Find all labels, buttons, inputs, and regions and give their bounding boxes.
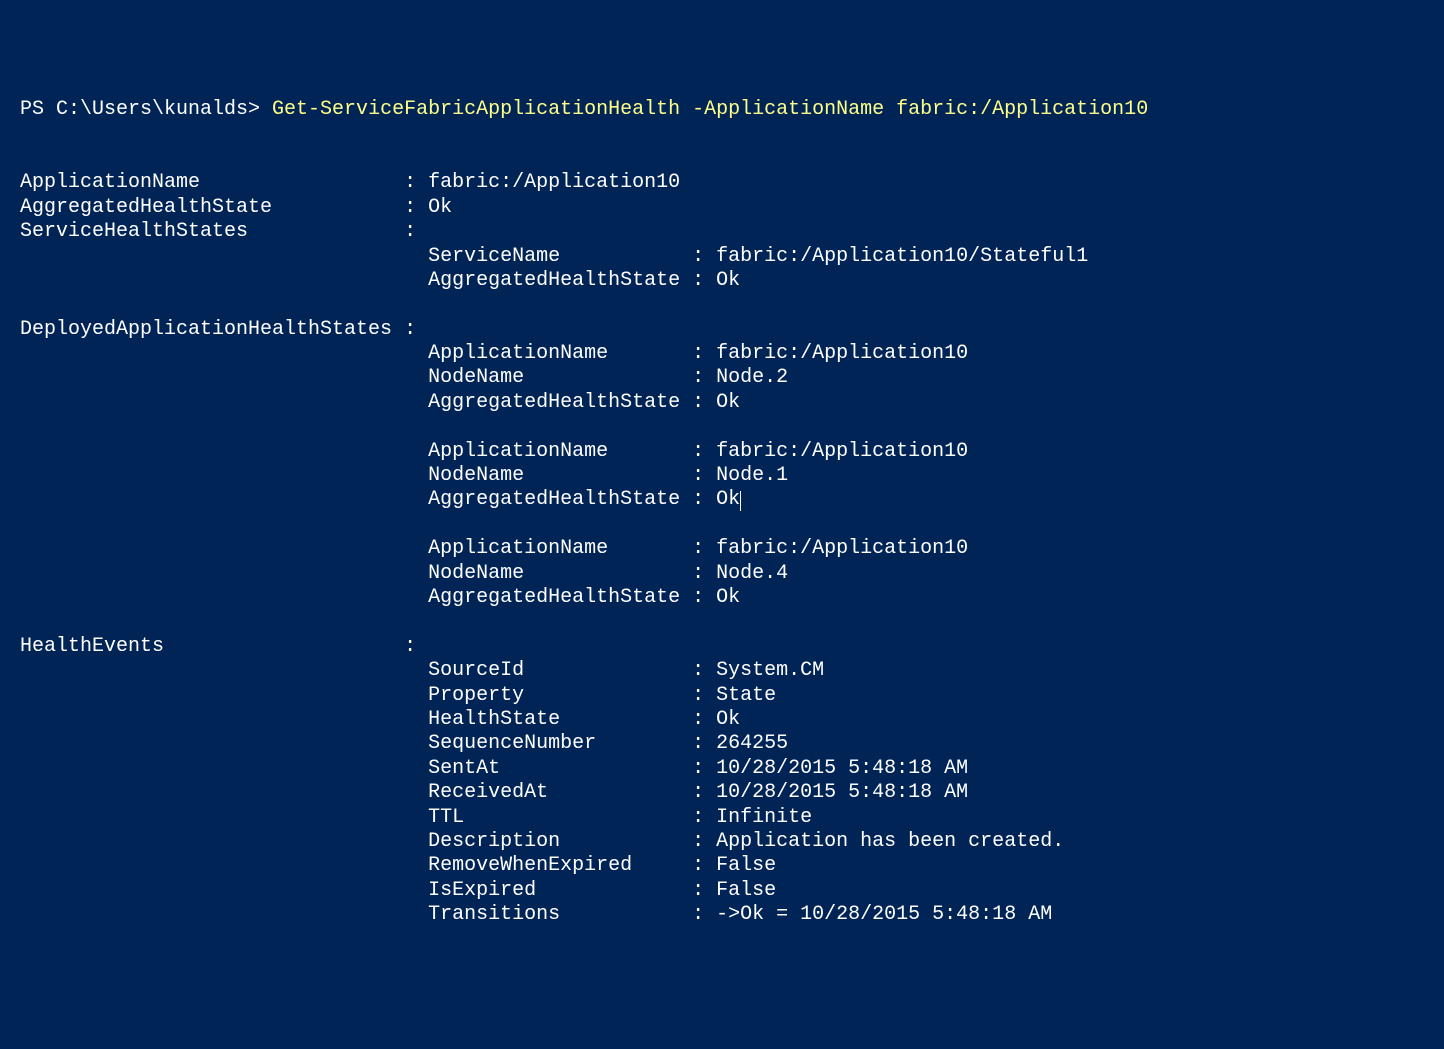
he-desc-label: Description: [428, 830, 560, 853]
he-source-label: SourceId: [428, 659, 524, 682]
dep1-app-value: fabric:/Application10: [716, 440, 968, 463]
dep1-node-label: NodeName: [428, 464, 524, 487]
dep2-app-label: ApplicationName: [428, 537, 608, 560]
he-prop-value: State: [716, 684, 776, 707]
health-events-label: HealthEvents: [20, 635, 164, 658]
he-remove-value: False: [716, 854, 776, 877]
he-expired-value: False: [716, 879, 776, 902]
dep0-node-value: Node.2: [716, 366, 788, 389]
dep1-agg-value: Ok: [716, 488, 740, 511]
service-health-label: ServiceHealthStates: [20, 220, 248, 243]
dep2-agg-value: Ok: [716, 586, 740, 609]
app-name-label: ApplicationName: [20, 171, 200, 194]
he-trans-value: ->Ok = 10/28/2015 5:48:18 AM: [716, 903, 1052, 926]
dep2-agg-label: AggregatedHealthState: [428, 586, 680, 609]
dep2-node-value: Node.4: [716, 562, 788, 585]
dep1-app-label: ApplicationName: [428, 440, 608, 463]
command-text: Get-ServiceFabricApplicationHealth -Appl…: [272, 98, 1148, 121]
he-seq-label: SequenceNumber: [428, 732, 596, 755]
he-remove-label: RemoveWhenExpired: [428, 854, 632, 877]
he-source-value: System.CM: [716, 659, 824, 682]
dep0-agg-label: AggregatedHealthState: [428, 391, 680, 414]
dep2-node-label: NodeName: [428, 562, 524, 585]
terminal-content[interactable]: PS C:\Users\kunalds> Get-ServiceFabricAp…: [20, 98, 1424, 927]
service-name-value: fabric:/Application10/Stateful1: [716, 245, 1088, 268]
dep0-app-value: fabric:/Application10: [716, 342, 968, 365]
app-name-value: fabric:/Application10: [428, 171, 680, 194]
he-health-label: HealthState: [428, 708, 560, 731]
he-recv-value: 10/28/2015 5:48:18 AM: [716, 781, 968, 804]
dep2-app-value: fabric:/Application10: [716, 537, 968, 560]
dep1-node-value: Node.1: [716, 464, 788, 487]
dep0-app-label: ApplicationName: [428, 342, 608, 365]
agg-health-label: AggregatedHealthState: [20, 196, 272, 219]
he-trans-label: Transitions: [428, 903, 560, 926]
dep0-agg-value: Ok: [716, 391, 740, 414]
he-expired-label: IsExpired: [428, 879, 536, 902]
he-prop-label: Property: [428, 684, 524, 707]
agg-health-value: Ok: [428, 196, 452, 219]
deployed-health-label: DeployedApplicationHealthStates: [20, 318, 392, 341]
he-health-value: Ok: [716, 708, 740, 731]
dep0-node-label: NodeName: [428, 366, 524, 389]
he-ttl-value: Infinite: [716, 806, 812, 829]
prompt-prefix: PS C:\Users\kunalds>: [20, 98, 272, 121]
text-cursor: [740, 491, 741, 511]
he-recv-label: ReceivedAt: [428, 781, 548, 804]
he-sent-label: SentAt: [428, 757, 500, 780]
service-agg-label: AggregatedHealthState: [428, 269, 680, 292]
he-seq-value: 264255: [716, 732, 788, 755]
service-name-label: ServiceName: [428, 245, 560, 268]
dep1-agg-label: AggregatedHealthState: [428, 488, 680, 511]
he-ttl-label: TTL: [428, 806, 464, 829]
he-sent-value: 10/28/2015 5:48:18 AM: [716, 757, 968, 780]
service-agg-value: Ok: [716, 269, 740, 292]
he-desc-value: Application has been created.: [716, 830, 1064, 853]
